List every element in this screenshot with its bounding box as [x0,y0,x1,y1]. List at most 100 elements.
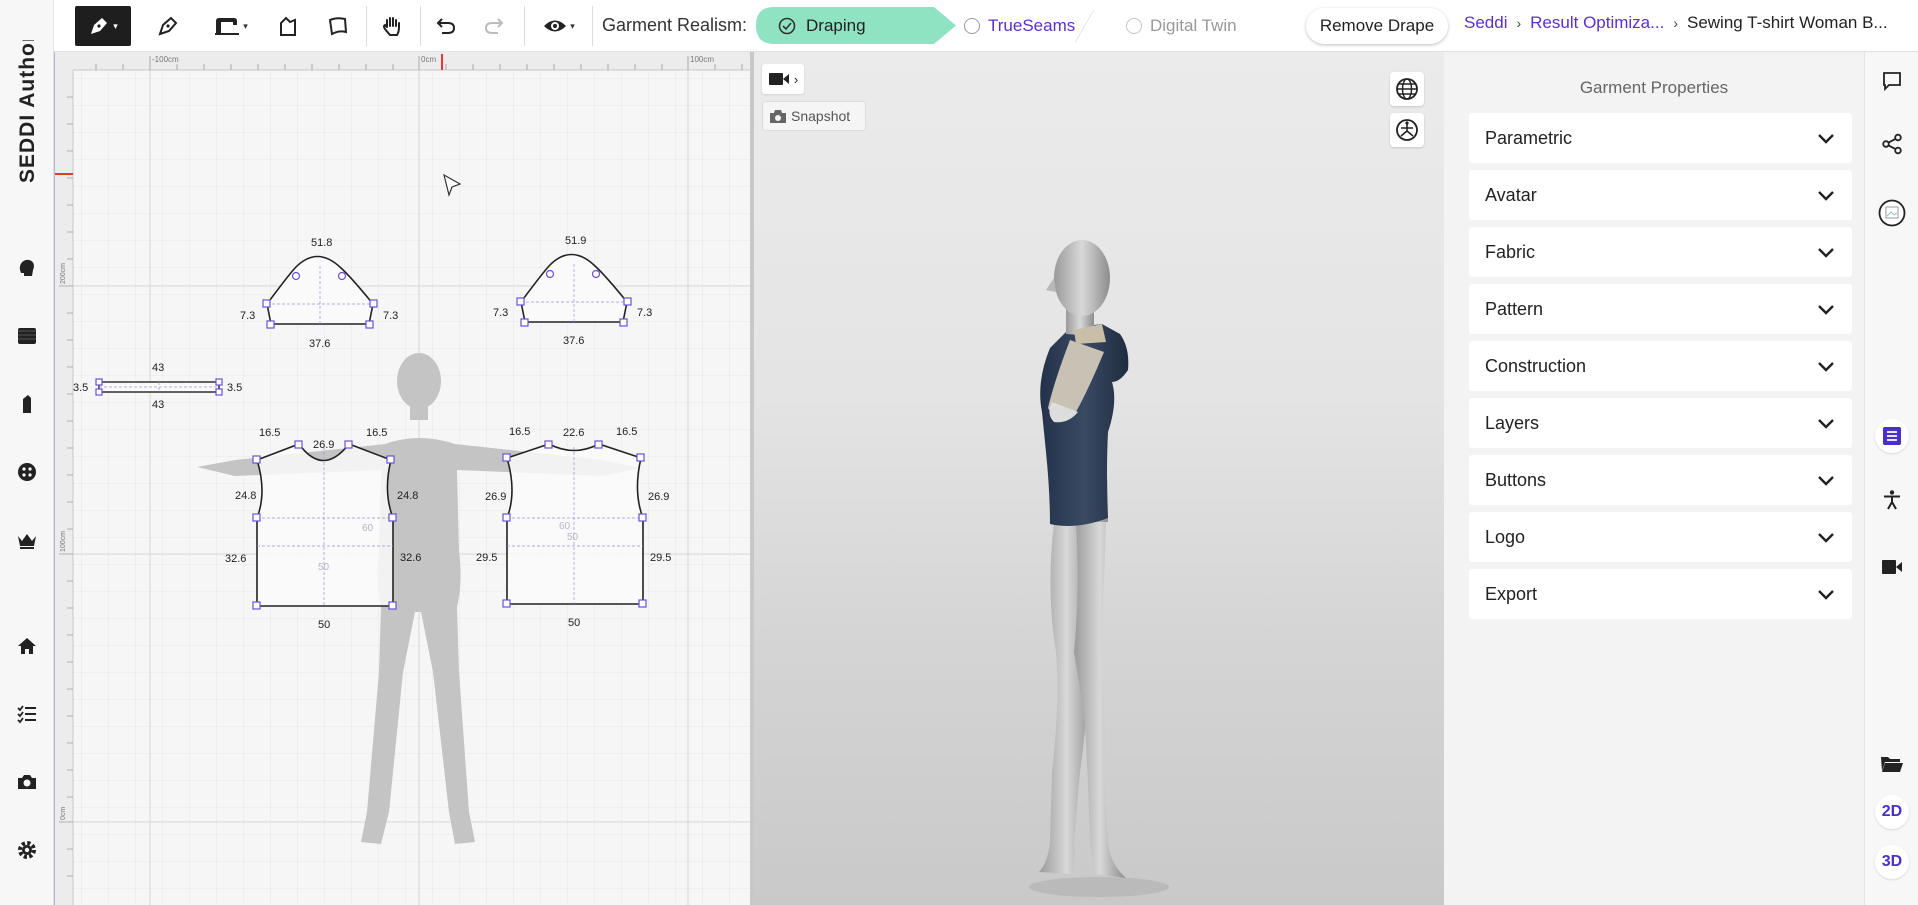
buttons-icon[interactable] [15,460,39,484]
fabric-icon[interactable] [15,324,39,348]
remove-drape-button[interactable]: Remove Drape [1306,8,1448,44]
section-label: Buttons [1485,469,1547,490]
pan-tool[interactable] [374,6,410,46]
garment-properties-panel: Garment Properties Parametric Avatar Fab… [1444,52,1864,905]
section-export[interactable]: Export [1469,569,1852,619]
pattern-2d-view[interactable]: -100cm 0cm 100cm 200cm 100cm 0cm 51.8 7.… [54,52,750,905]
back-shoulder-left: 16.5 [509,426,530,438]
section-parametric[interactable]: Parametric [1469,113,1852,163]
pen-tool[interactable] [150,6,186,46]
properties-panel-toggle[interactable] [1875,419,1909,453]
view-2d-toggle[interactable]: 2D [1875,795,1909,829]
section-construction[interactable]: Construction [1469,341,1852,391]
chevron-down-icon [1818,191,1834,201]
left-sidebar: SEDDI Author [0,0,54,905]
camera-menu-button[interactable]: › [762,64,804,94]
back-arm-left: 26.9 [485,491,506,503]
ruler-left-label: 100cm [60,531,67,552]
breadcrumb-result[interactable]: Result Optimiza... [1530,13,1664,33]
undo-icon [436,18,456,34]
back-neck: 22.6 [563,427,584,439]
chevron-right-icon: › [793,71,799,87]
section-label: Fabric [1485,241,1536,262]
comment-button[interactable] [1880,69,1904,93]
section-pattern[interactable]: Pattern [1469,284,1852,334]
sleeve-left-top: 51.8 [311,237,332,249]
avatar-pose-icon [1396,119,1418,141]
pen-select-tool[interactable]: ▾ [75,6,131,46]
trueseams-mode-chip[interactable]: TrueSeams [916,7,1096,44]
globe-icon [1396,78,1418,100]
front-arm-left: 24.8 [235,490,256,502]
camera-icon[interactable] [15,770,39,794]
globe-view-button[interactable] [1390,72,1424,106]
ruler-left-label: 0cm [60,807,67,820]
section-layers[interactable]: Layers [1469,398,1852,448]
viewer-3d[interactable]: › Snapshot [754,52,1444,905]
section-label: Pattern [1485,298,1544,319]
front-shoulder-left: 16.5 [259,427,280,439]
section-label: Layers [1485,412,1540,433]
panel-title: Garment Properties [1579,78,1729,97]
section-avatar[interactable]: Avatar [1469,170,1852,220]
piece-tool[interactable] [270,6,306,46]
home-icon[interactable] [15,634,39,658]
user-avatar-button[interactable] [1878,199,1906,227]
front-neck: 26.9 [313,439,334,451]
view-3d-toggle[interactable]: 3D [1875,845,1909,879]
seddi-author-logo: SEDDI Author [9,33,45,190]
chevron-down-icon: ▾ [570,20,575,31]
breadcrumb-seddi[interactable]: Seddi [1464,13,1507,33]
avatar-head-icon[interactable] [15,256,39,280]
section-logo[interactable]: Logo [1469,512,1852,562]
settings-gear-icon[interactable] [15,838,39,862]
front-side-right: 32.6 [400,552,421,564]
ruler-top-label: -100cm [152,55,179,64]
visibility-toggle[interactable]: ▾ [530,6,588,46]
pattern-piece-icon [280,16,296,36]
chevron-down-icon [1818,590,1834,600]
snapshot-button[interactable]: Snapshot [762,101,866,131]
open-folder-button[interactable] [1880,752,1904,776]
band-left: 3.5 [73,382,88,394]
undo-button[interactable] [428,6,464,46]
garment-realism-label: Garment Realism: [602,15,748,35]
section-label: Avatar [1485,184,1537,205]
video-record-button[interactable] [1880,555,1904,579]
front-bottom: 50 [318,619,330,631]
share-icon [1882,133,1902,155]
check-circle-icon [778,17,796,34]
chevron-down-icon: ▾ [113,20,118,31]
task-list-icon[interactable] [15,702,39,726]
pose-button[interactable] [1880,488,1904,512]
pen-select-icon [91,18,108,34]
shape-tool[interactable] [320,6,356,46]
sewing-tool[interactable]: ▾ [204,6,258,46]
back-arm-right: 26.9 [648,491,669,503]
logo-text: SEDDI Author [16,40,39,183]
video-camera-icon [1882,560,1902,574]
front-inner-a: 60 [362,523,374,534]
band-bottom: 43 [152,399,164,411]
sleeve-left-bottom: 37.6 [309,338,330,350]
pattern-piece-icon[interactable] [15,392,39,416]
band-top: 43 [152,362,164,374]
snapshot-label: Snapshot [791,108,851,124]
section-buttons[interactable]: Buttons [1469,455,1852,505]
ruler-top-label: 100cm [690,55,714,64]
crown-icon[interactable] [15,528,39,552]
ruler-left-label: 200cm [60,263,67,284]
back-shoulder-right: 16.5 [616,426,637,438]
comment-icon [1883,72,1901,92]
front-arm-right: 24.8 [397,490,418,502]
section-fabric[interactable]: Fabric [1469,227,1852,277]
chevron-down-icon [1818,248,1834,258]
redo-button[interactable] [476,6,512,46]
share-button[interactable] [1880,132,1904,156]
back-side-right: 29.5 [650,552,671,564]
hand-pan-icon [383,17,400,36]
sewing-machine-icon [215,18,240,35]
avatar-view-button[interactable] [1390,113,1424,147]
draping-label: Draping [806,15,866,35]
sleeve-right-top: 51.9 [565,235,586,247]
